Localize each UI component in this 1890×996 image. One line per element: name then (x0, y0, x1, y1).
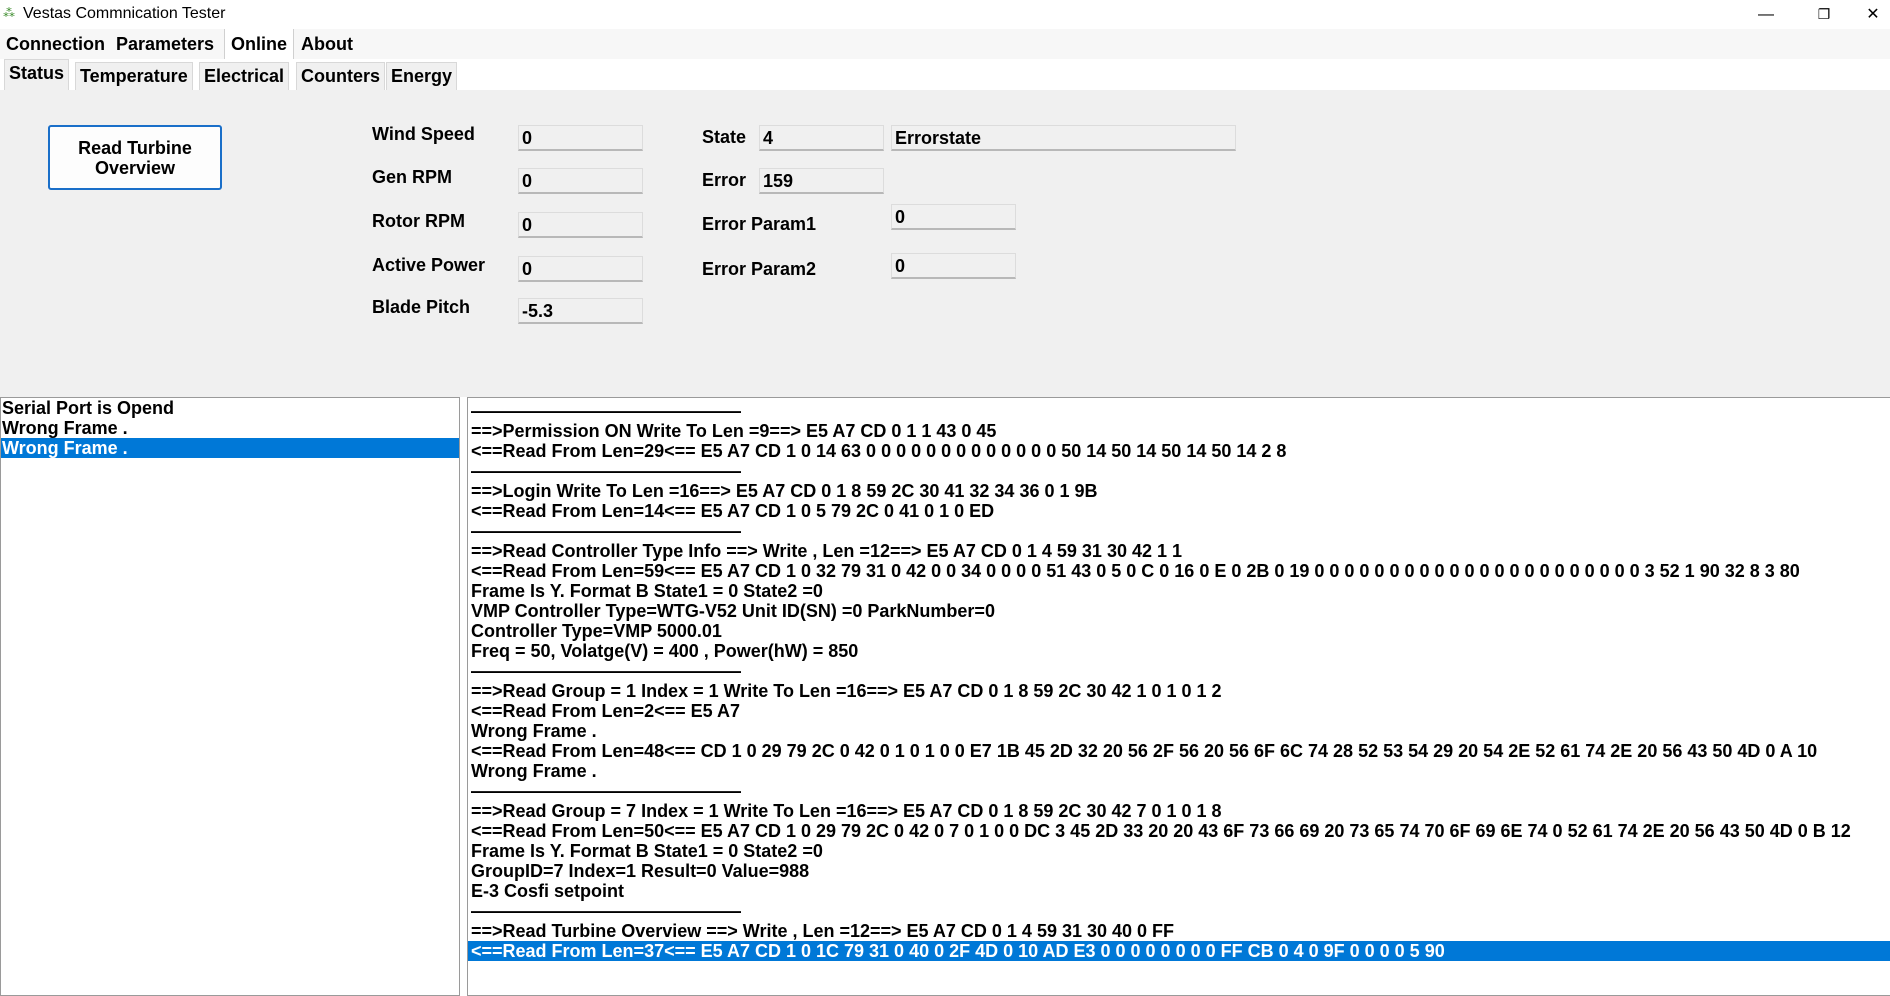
list-item[interactable]: Serial Port is Opend (1, 398, 459, 418)
state-field[interactable]: 4 (759, 125, 884, 151)
turbine-app-icon: ⁂ (3, 6, 15, 20)
menu-connection[interactable]: Connection (0, 29, 111, 59)
status-panel: Read Turbine Overview Wind Speed 0 Gen R… (0, 90, 1890, 384)
log-line[interactable]: ==>Read Group = 7 Index = 1 Write To Len… (468, 801, 1890, 821)
log-line[interactable]: Controller Type=VMP 5000.01 (468, 621, 1890, 641)
active-power-field[interactable]: 0 (518, 256, 643, 282)
log-line[interactable]: <==Read From Len=29<== E5 A7 CD 1 0 14 6… (468, 441, 1890, 461)
tab-status[interactable]: Status (4, 59, 70, 91)
gen-rpm-field[interactable]: 0 (518, 168, 643, 194)
state-text-field[interactable]: Errorstate (891, 125, 1236, 151)
log-line[interactable]: <==Read From Len=14<== E5 A7 CD 1 0 5 79… (468, 501, 1890, 521)
minimize-button[interactable]: — (1743, 0, 1789, 29)
error-field[interactable]: 159 (759, 168, 884, 194)
log-line[interactable]: ——————————————— (468, 521, 1890, 541)
communication-log[interactable]: ——————————————— ==>Permission ON Write T… (467, 397, 1890, 996)
log-line[interactable]: VMP Controller Type=WTG-V52 Unit ID(SN) … (468, 601, 1890, 621)
blade-pitch-field[interactable]: -5.3 (518, 298, 643, 324)
log-line-selected[interactable]: <==Read From Len=37<== E5 A7 CD 1 0 1C 7… (468, 941, 1890, 961)
wind-speed-field[interactable]: 0 (518, 125, 643, 151)
tab-bar: Status Temperature Electrical Counters E… (0, 59, 1890, 91)
list-item-selected[interactable]: Wrong Frame . (1, 438, 459, 458)
log-line[interactable]: ==>Read Controller Type Info ==> Write ,… (468, 541, 1890, 561)
tab-electrical[interactable]: Electrical (199, 62, 290, 90)
error-label: Error (702, 170, 747, 190)
title-bar: ⁂ Vestas Commnication Tester — ❐ ✕ (0, 0, 1890, 29)
state-label: State (702, 127, 747, 147)
tab-counters[interactable]: Counters (296, 62, 386, 90)
blade-pitch-label: Blade Pitch (372, 297, 471, 317)
rotor-rpm-field[interactable]: 0 (518, 212, 643, 238)
gen-rpm-label: Gen RPM (372, 167, 453, 187)
menu-parameters[interactable]: Parameters (110, 29, 220, 59)
tab-energy[interactable]: Energy (386, 62, 458, 90)
log-line[interactable]: <==Read From Len=50<== E5 A7 CD 1 0 29 7… (468, 821, 1890, 841)
log-line[interactable]: <==Read From Len=59<== E5 A7 CD 1 0 32 7… (468, 561, 1890, 581)
log-line[interactable]: ==>Read Turbine Overview ==> Write , Len… (468, 921, 1890, 941)
log-line[interactable]: ==>Permission ON Write To Len =9==> E5 A… (468, 421, 1890, 441)
log-line[interactable]: ——————————————— (468, 461, 1890, 481)
menu-bar: Connection Parameters Online About (0, 29, 1890, 59)
error-param2-field[interactable]: 0 (891, 253, 1016, 279)
splitter[interactable] (0, 383, 1890, 397)
log-line[interactable]: Freq = 50, Volatge(V) = 400 , Power(hW) … (468, 641, 1890, 661)
log-line[interactable]: Frame Is Y. Format B State1 = 0 State2 =… (468, 581, 1890, 601)
active-power-label: Active Power (372, 255, 486, 275)
menu-about[interactable]: About (295, 29, 359, 59)
log-line[interactable]: ——————————————— (468, 901, 1890, 921)
log-line[interactable]: GroupID=7 Index=1 Result=0 Value=988 (468, 861, 1890, 881)
log-line[interactable]: Wrong Frame . (468, 761, 1890, 781)
close-button[interactable]: ✕ (1856, 0, 1890, 29)
event-list[interactable]: Serial Port is Opend Wrong Frame . Wrong… (0, 397, 460, 996)
wind-speed-label: Wind Speed (372, 124, 475, 144)
menu-online[interactable]: Online (224, 29, 295, 59)
log-line[interactable]: ——————————————— (468, 401, 1890, 421)
log-line[interactable]: E-3 Cosfi setpoint (468, 881, 1890, 901)
error-param1-label: Error Param1 (702, 214, 817, 234)
tab-temperature[interactable]: Temperature (75, 62, 193, 90)
window-title: Vestas Commnication Tester (23, 5, 226, 22)
list-item[interactable]: Wrong Frame . (1, 418, 459, 438)
error-param1-field[interactable]: 0 (891, 204, 1016, 230)
log-line[interactable]: ==>Read Group = 1 Index = 1 Write To Len… (468, 681, 1890, 701)
maximize-button[interactable]: ❐ (1801, 0, 1847, 29)
log-line[interactable]: Wrong Frame . (468, 721, 1890, 741)
log-line[interactable]: ——————————————— (468, 781, 1890, 801)
read-turbine-overview-button[interactable]: Read Turbine Overview (48, 125, 222, 190)
log-line[interactable]: <==Read From Len=2<== E5 A7 (468, 701, 1890, 721)
log-line[interactable]: Frame Is Y. Format B State1 = 0 State2 =… (468, 841, 1890, 861)
log-line[interactable]: ——————————————— (468, 661, 1890, 681)
rotor-rpm-label: Rotor RPM (372, 211, 465, 231)
log-line[interactable]: <==Read From Len=48<== CD 1 0 29 79 2C 0… (468, 741, 1890, 761)
log-line[interactable]: ==>Login Write To Len =16==> E5 A7 CD 0 … (468, 481, 1890, 501)
error-param2-label: Error Param2 (702, 259, 817, 279)
